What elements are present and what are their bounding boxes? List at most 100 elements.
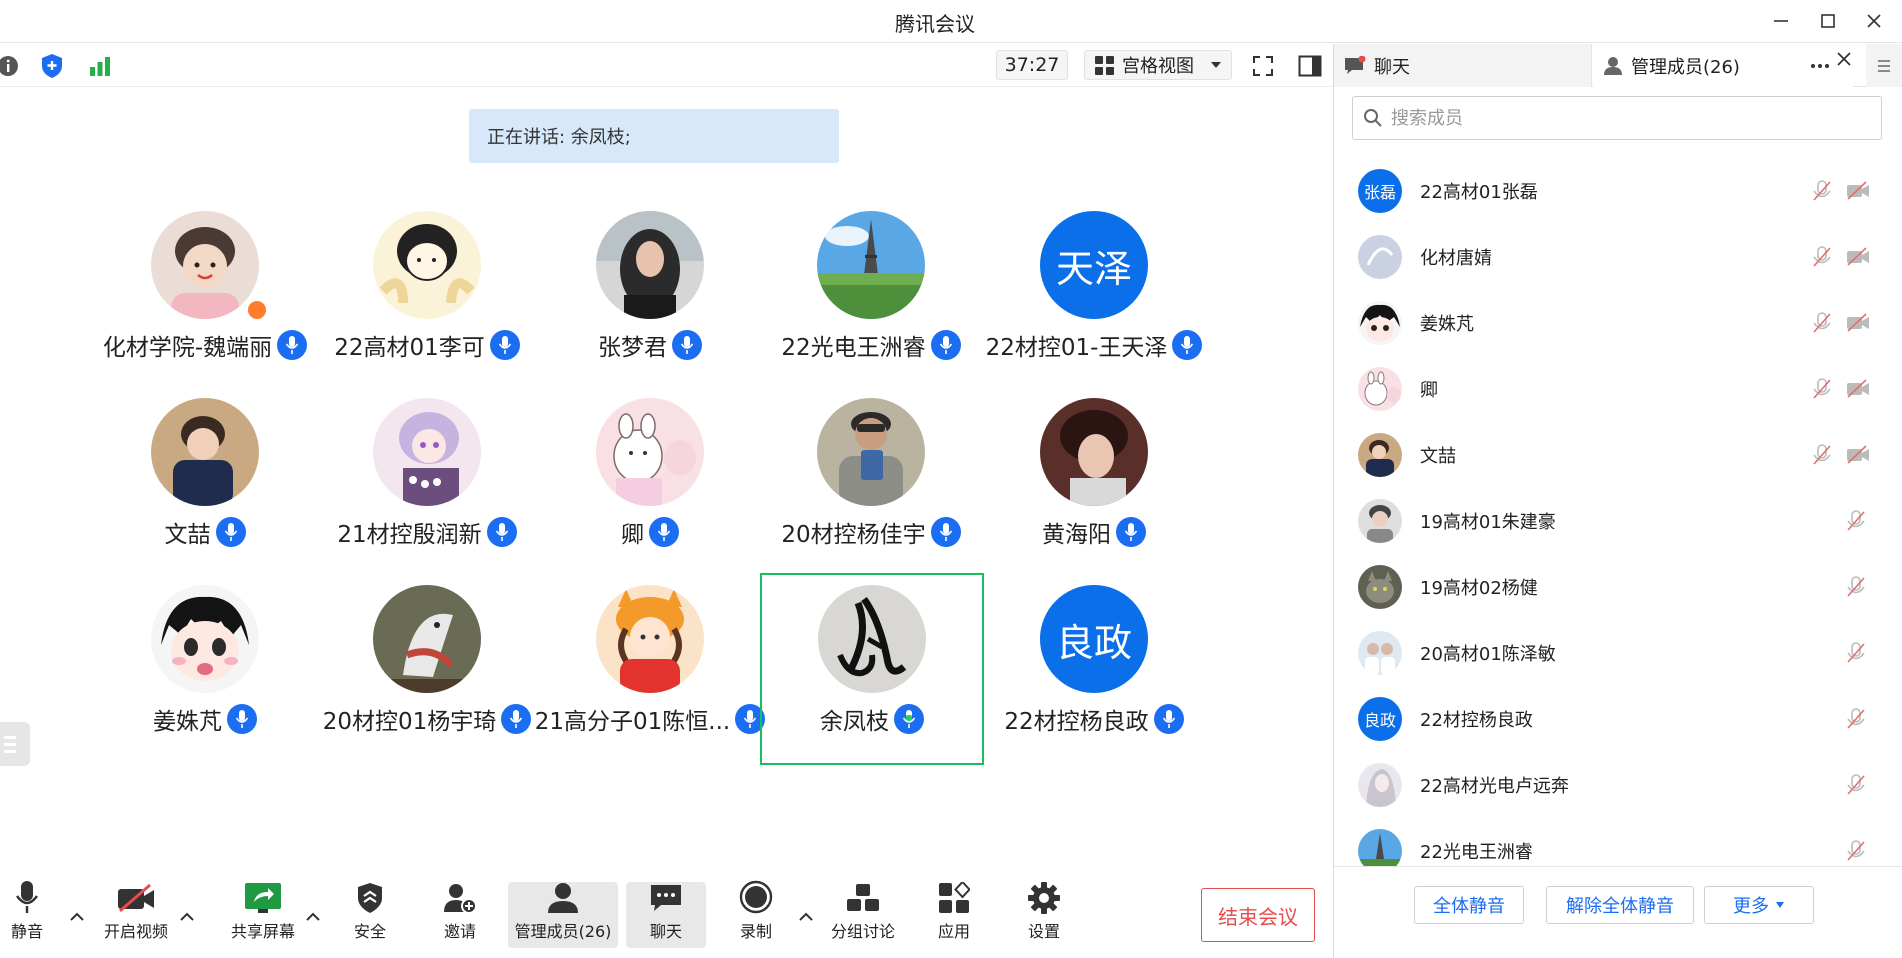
members-icon: [545, 882, 581, 914]
floating-menu-handle[interactable]: [0, 722, 30, 766]
chat-button[interactable]: 聊天: [626, 882, 706, 948]
member-row[interactable]: 化材唐婧: [1334, 224, 1902, 290]
manage-members-button[interactable]: 管理成员(26): [508, 882, 618, 948]
record-options-toggle[interactable]: [797, 908, 815, 926]
participant-tile[interactable]: 22高材01李可: [322, 211, 532, 381]
participant-tile[interactable]: 21高分子01陈恒...: [535, 585, 766, 755]
audio-options-toggle[interactable]: [68, 908, 86, 926]
member-row[interactable]: 20高材01陈泽敏: [1334, 620, 1902, 686]
network-status-button[interactable]: [86, 52, 114, 80]
maximize-button[interactable]: [1810, 6, 1846, 36]
participant-avatar: 良政: [1040, 585, 1148, 693]
mute-all-button[interactable]: 全体静音: [1414, 886, 1524, 924]
member-avatar: 良政: [1358, 697, 1402, 741]
close-button[interactable]: [1856, 6, 1892, 36]
camera-off-icon[interactable]: [1846, 180, 1870, 204]
mic-off-icon[interactable]: [1846, 840, 1866, 866]
mic-off-icon[interactable]: [1812, 246, 1832, 272]
participant-tile[interactable]: 黄海阳: [989, 398, 1199, 568]
participant-tile[interactable]: 化材学院-魏端丽: [100, 211, 310, 381]
tab-chat[interactable]: 聊天: [1334, 44, 1592, 87]
sidebar-layout-icon: [1298, 55, 1322, 77]
share-screen-button[interactable]: 共享屏幕: [224, 882, 302, 948]
participant-avatar: [817, 211, 925, 319]
settings-button[interactable]: 设置: [1022, 882, 1066, 948]
member-row[interactable]: 文喆: [1334, 422, 1902, 488]
minimize-button[interactable]: [1763, 6, 1799, 36]
participant-tile[interactable]: 卿: [545, 398, 755, 568]
member-name: 20高材01陈泽敏: [1420, 644, 1556, 665]
member-row[interactable]: 22高材光电卢远奔: [1334, 752, 1902, 818]
participant-tile[interactable]: 姜姝芃: [100, 585, 310, 755]
view-mode-select[interactable]: 宫格视图: [1084, 50, 1232, 80]
record-label: 录制: [739, 922, 772, 941]
invite-button[interactable]: 邀请: [438, 882, 482, 948]
user-icon: [1604, 56, 1622, 75]
active-speaker-tile[interactable]: 余凤枝: [760, 573, 984, 765]
mic-off-icon[interactable]: [1846, 642, 1866, 668]
participant-tile[interactable]: 22光电王洲睿: [766, 211, 976, 381]
participant-tile[interactable]: 20材控01杨宇琦: [322, 585, 532, 755]
participant-tile[interactable]: 文喆: [100, 398, 310, 568]
panel-more-button[interactable]: [1810, 50, 1830, 74]
speaking-indicator: 正在讲话: 余凤枝;: [469, 109, 839, 163]
share-options-toggle[interactable]: [304, 908, 322, 926]
camera-off-icon[interactable]: [1846, 378, 1870, 402]
info-button[interactable]: [0, 52, 22, 80]
panel-menu-button[interactable]: [1866, 44, 1902, 87]
mic-off-icon[interactable]: [1846, 774, 1866, 800]
member-avatar: 张磊: [1358, 169, 1402, 213]
camera-off-icon[interactable]: [1846, 312, 1870, 336]
breakout-rooms-button[interactable]: 分组讨论: [828, 882, 898, 948]
fullscreen-icon: [1253, 56, 1273, 76]
panel-close-button[interactable]: [1836, 48, 1852, 73]
member-row[interactable]: 张磊 22高材01张磊: [1334, 158, 1902, 224]
mic-off-icon[interactable]: [1812, 312, 1832, 338]
member-row[interactable]: 19高材01朱建豪: [1334, 488, 1902, 554]
member-row[interactable]: 卿: [1334, 356, 1902, 422]
mic-off-icon[interactable]: [1812, 378, 1832, 404]
member-row[interactable]: 良政 22材控杨良政: [1334, 686, 1902, 752]
mute-button[interactable]: 静音: [4, 881, 50, 948]
member-actions: 全体静音 解除全体静音 更多: [1334, 866, 1902, 958]
participant-tile[interactable]: 21材控殷润新: [322, 398, 532, 568]
participant-avatar: [1040, 398, 1148, 506]
unmute-all-button[interactable]: 解除全体静音: [1546, 886, 1694, 924]
member-name: 化材唐婧: [1420, 248, 1492, 269]
start-video-button[interactable]: 开启视频: [98, 882, 174, 948]
search-input[interactable]: [1391, 107, 1871, 129]
fullscreen-button[interactable]: [1249, 52, 1277, 80]
camera-off-icon[interactable]: [1846, 444, 1870, 468]
end-meeting-button[interactable]: 结束会议: [1201, 888, 1315, 942]
member-row[interactable]: 姜姝芃: [1334, 290, 1902, 356]
camera-off-icon[interactable]: [1846, 246, 1870, 270]
participant-name: 20材控杨佳宇: [781, 522, 926, 548]
participant-name: 余凤枝: [820, 709, 889, 735]
member-name: 19高材02杨健: [1420, 578, 1538, 599]
apps-button[interactable]: 应用: [932, 882, 976, 948]
security-button[interactable]: 安全: [348, 882, 392, 948]
participant-avatar: [596, 211, 704, 319]
participant-tile[interactable]: 良政 22材控杨良政: [989, 585, 1199, 755]
participant-tile[interactable]: 天泽 22材控01-王天泽: [986, 211, 1203, 381]
security-status-button[interactable]: [38, 52, 66, 80]
participant-tile[interactable]: 张梦君: [545, 211, 755, 381]
participant-name: 20材控01杨宇琦: [322, 709, 497, 735]
mic-off-icon[interactable]: [1812, 444, 1832, 470]
member-row[interactable]: 19高材02杨健: [1334, 554, 1902, 620]
mic-off-icon[interactable]: [1812, 180, 1832, 206]
participant-name: 化材学院-魏端丽: [102, 335, 273, 361]
more-actions-button[interactable]: 更多: [1704, 886, 1814, 924]
member-row[interactable]: 22光电王洲睿: [1334, 818, 1902, 866]
toggle-sidebar-button[interactable]: [1296, 52, 1324, 80]
mic-off-icon[interactable]: [1846, 708, 1866, 734]
member-avatar: [1358, 301, 1402, 345]
participant-avatar: [373, 585, 481, 693]
participant-tile[interactable]: 20材控杨佳宇: [766, 398, 976, 568]
breakout-icon: [846, 882, 880, 914]
video-options-toggle[interactable]: [178, 908, 196, 926]
mic-icon: [672, 330, 702, 360]
record-button[interactable]: 录制: [734, 880, 778, 948]
mic-off-icon[interactable]: [1846, 576, 1866, 602]
mic-off-icon[interactable]: [1846, 510, 1866, 536]
